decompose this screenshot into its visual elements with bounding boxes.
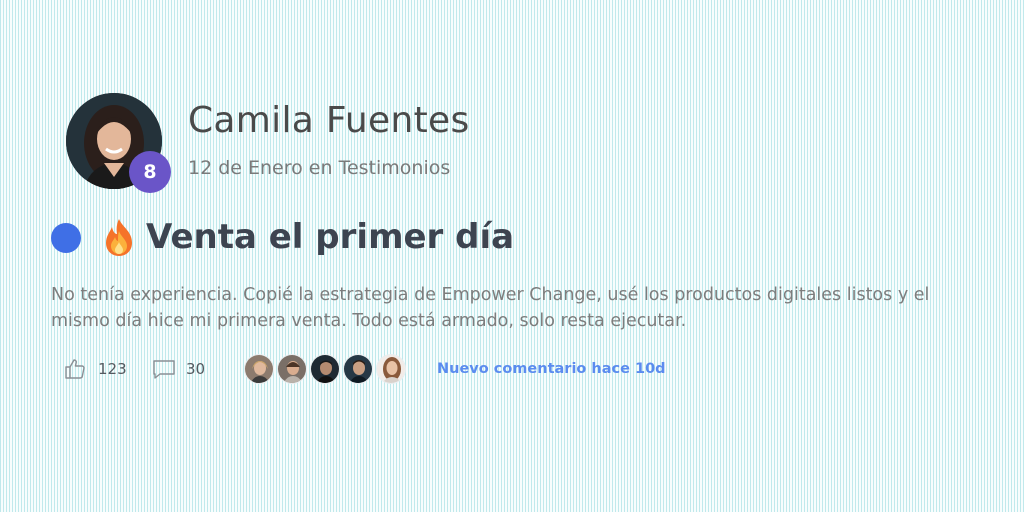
latest-comment-link[interactable]: Nuevo comentario hace 10d <box>437 361 666 377</box>
thumbs-up-icon <box>64 358 86 380</box>
post-actions: 123 30 Nuevo comentario hace 10d <box>64 353 666 385</box>
level-badge: 8 <box>129 151 171 193</box>
post-card: 8 Camila Fuentes 12 de Enero en Testimon… <box>0 0 1024 512</box>
commenter-avatar[interactable] <box>310 354 340 384</box>
post-body: No tenía experiencia. Copié la estrategi… <box>51 285 930 331</box>
post-meta: 12 de Enero en Testimonios <box>188 157 451 179</box>
post-title-text: Venta el primer día <box>146 217 515 257</box>
author-avatar-container[interactable]: 8 <box>66 93 171 193</box>
unread-indicator <box>51 223 81 253</box>
commenter-avatar[interactable] <box>343 354 373 384</box>
commenter-avatars[interactable] <box>244 354 409 384</box>
comment-icon <box>152 358 175 380</box>
commenter-avatar[interactable] <box>244 354 274 384</box>
author-name[interactable]: Camila Fuentes <box>188 100 470 141</box>
comment-button[interactable]: 30 <box>152 358 244 380</box>
post-title[interactable]: Venta el primer día <box>100 214 514 260</box>
commenter-avatar[interactable] <box>376 354 406 384</box>
like-count: 123 <box>98 360 127 378</box>
comment-count: 30 <box>186 360 206 378</box>
fire-icon <box>100 217 138 257</box>
commenter-avatar[interactable] <box>277 354 307 384</box>
like-button[interactable]: 123 <box>64 358 152 380</box>
